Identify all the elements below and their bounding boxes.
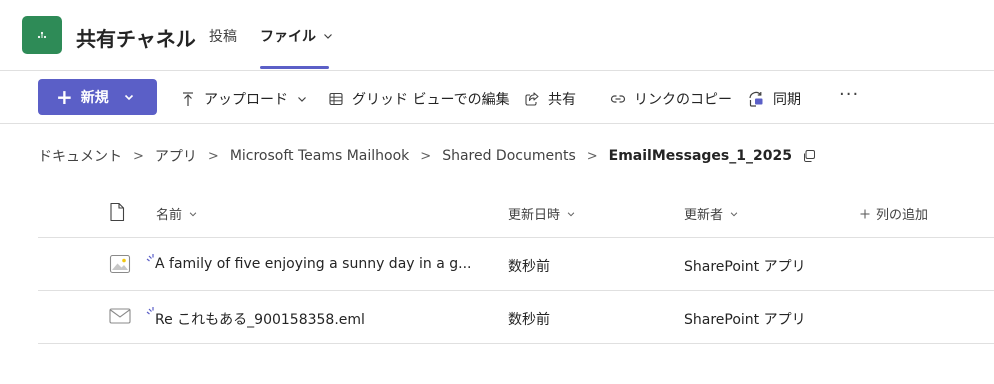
channel-header: 共有チャネル 投稿 ファイル [0, 0, 994, 71]
breadcrumb-item-mailhook[interactable]: Microsoft Teams Mailhook [230, 148, 409, 164]
edit-in-grid-view-label: グリッド ビューでの編集 [352, 92, 510, 108]
file-type-column-header[interactable] [109, 202, 125, 222]
name-column-label: 名前 [156, 208, 183, 223]
chevron-down-icon [189, 211, 197, 216]
modified-by-value: SharePoint アプリ [684, 312, 806, 328]
modified-by-column-header[interactable]: 更新者 [684, 204, 739, 223]
copy-link-label: リンクのコピー [634, 92, 732, 108]
name-column-header[interactable]: 名前 [156, 204, 198, 223]
grid-icon [329, 92, 343, 106]
new-button-label: 新規 [80, 90, 109, 106]
row-divider [38, 343, 994, 344]
image-file-icon [109, 254, 131, 278]
file-row[interactable]: Re これもある_900158358.eml 数秒前 SharePoint アプ… [38, 291, 994, 343]
file-name[interactable]: A family of five enjoying a sunny day in… [155, 256, 471, 272]
plus-icon: + [56, 85, 73, 109]
breadcrumb-item-apps[interactable]: アプリ [155, 146, 197, 166]
plus-icon [860, 209, 870, 218]
chevron-down-icon [124, 94, 133, 101]
chevron-down-icon [567, 211, 575, 216]
chevron-down-icon [324, 34, 332, 39]
copy-link-button[interactable]: リンクのコピー [610, 89, 732, 109]
more-icon: ··· [839, 84, 860, 105]
upload-button[interactable]: アップロード [180, 89, 308, 109]
file-type-icon [110, 202, 125, 222]
sync-button[interactable]: 同期 [747, 89, 801, 109]
sync-label: 同期 [773, 92, 801, 108]
upload-arrow-icon [183, 92, 193, 106]
share-label: 共有 [548, 92, 576, 108]
command-bar-divider [0, 123, 994, 124]
modified-by-column-label: 更新者 [684, 208, 724, 223]
modified-value: 数秒前 [508, 312, 550, 328]
link-icon [610, 95, 626, 103]
sync-icon [749, 91, 763, 107]
team-avatar[interactable] [22, 16, 62, 54]
breadcrumb-item-documents[interactable]: ドキュメント [38, 146, 122, 166]
active-tab-indicator [260, 66, 329, 69]
breadcrumb: ドキュメント > アプリ > Microsoft Teams Mailhook … [38, 146, 816, 166]
upload-label: アップロード [204, 92, 288, 108]
breadcrumb-separator: > [133, 148, 144, 164]
modified-column-label: 更新日時 [508, 208, 561, 223]
file-row[interactable]: A family of five enjoying a sunny day in… [38, 238, 994, 290]
add-column-label: 列の追加 [876, 208, 929, 223]
more-options-button[interactable]: ··· [839, 84, 859, 105]
copy-path-button[interactable] [802, 149, 816, 163]
team-logo-icon [37, 31, 47, 39]
share-icon [525, 92, 539, 106]
modified-column-header[interactable]: 更新日時 [508, 204, 576, 223]
breadcrumb-separator: > [420, 148, 432, 164]
breadcrumb-item-shared-documents[interactable]: Shared Documents [442, 148, 576, 164]
breadcrumb-separator: > [586, 148, 598, 164]
copy-icon [803, 150, 815, 162]
breadcrumb-current-folder: EmailMessages_1_2025 [608, 148, 792, 164]
email-file-icon [109, 307, 131, 329]
file-list-header: 名前 更新日時 更新者 列の追加 [38, 190, 994, 236]
file-name[interactable]: Re これもある_900158358.eml [155, 309, 365, 329]
new-button[interactable]: + 新規 [38, 79, 157, 115]
chevron-down-icon [730, 211, 738, 216]
modified-by-value: SharePoint アプリ [684, 259, 806, 275]
modified-value: 数秒前 [508, 259, 550, 275]
tab-files[interactable]: ファイル [260, 26, 334, 46]
chevron-down-icon [298, 97, 306, 102]
breadcrumb-separator: > [207, 148, 219, 164]
tab-posts[interactable]: 投稿 [209, 26, 237, 46]
channel-title: 共有チャネル [76, 27, 196, 51]
edit-in-grid-view-button[interactable]: グリッド ビューでの編集 [328, 89, 510, 109]
tab-files-label: ファイル [260, 29, 316, 45]
command-bar: + 新規 アップロード グリッド ビューでの編集 共有 リンクのコピー 同期 ·… [0, 71, 994, 123]
add-column-button[interactable]: 列の追加 [860, 204, 928, 223]
share-button[interactable]: 共有 [524, 89, 576, 109]
